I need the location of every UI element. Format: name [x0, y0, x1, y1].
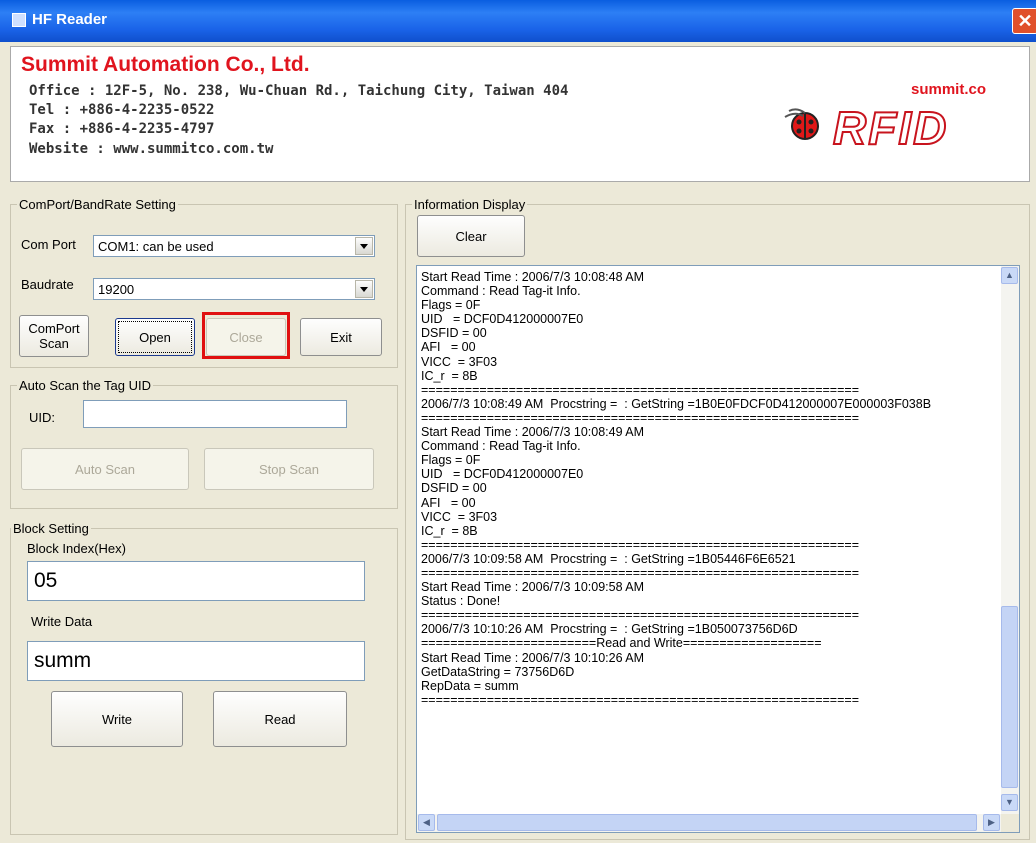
write-data-label: Write Data [31, 614, 93, 629]
baudrate-label: Baudrate [21, 277, 74, 292]
window-title: HF Reader [32, 11, 108, 28]
scroll-right-icon[interactable]: ▶ [983, 814, 1000, 831]
logo-domain: summit.co [911, 81, 987, 98]
stop-scan-button[interactable]: Stop Scan [204, 448, 374, 490]
block-setting-group: Block Setting Block Index(Hex) Write Dat… [10, 521, 398, 835]
window-close-button[interactable]: ✕ [1012, 8, 1036, 34]
comport-legend: ComPort/BandRate Setting [17, 197, 178, 212]
uid-label: UID: [29, 410, 55, 425]
telephone: Tel : +886-4-2235-0522 [29, 102, 215, 118]
horizontal-scrollbar[interactable]: ◀ ▶ [417, 814, 1003, 832]
com-port-value: COM1: can be used [98, 239, 214, 254]
log-textarea[interactable]: Start Read Time : 2006/7/3 10:08:48 AM C… [416, 265, 1020, 833]
write-data-input[interactable] [27, 641, 365, 681]
app-icon [12, 13, 26, 27]
write-button[interactable]: Write [51, 691, 183, 747]
vertical-scroll-thumb[interactable] [1001, 606, 1018, 788]
baudrate-select[interactable]: 19200 [93, 278, 375, 300]
vertical-scrollbar[interactable]: ▲ ▼ [1001, 266, 1019, 814]
clear-button[interactable]: Clear [417, 215, 525, 257]
chevron-down-icon[interactable] [355, 280, 373, 298]
ladybug-icon [784, 108, 819, 140]
title-bar: HF Reader ✕ [0, 0, 1036, 42]
fax: Fax : +886-4-2235-4797 [29, 121, 215, 137]
highlight-box [202, 312, 290, 359]
scroll-up-icon[interactable]: ▲ [1001, 267, 1018, 284]
scroll-corner [1001, 814, 1019, 832]
company-banner: Summit Automation Co., Ltd. Office : 12F… [10, 46, 1030, 182]
chevron-down-icon[interactable] [355, 237, 373, 255]
block-index-input[interactable] [27, 561, 365, 601]
uid-input[interactable] [83, 400, 347, 428]
information-display-legend: Information Display [412, 197, 528, 212]
log-text: Start Read Time : 2006/7/3 10:08:48 AM C… [421, 270, 932, 707]
scroll-left-icon[interactable]: ◀ [418, 814, 435, 831]
company-name: Summit Automation Co., Ltd. [21, 53, 310, 76]
website: Website : www.summitco.com.tw [29, 141, 274, 157]
horizontal-scroll-thumb[interactable] [437, 814, 977, 831]
rfid-logo: summit.co RFID [781, 67, 986, 167]
open-button[interactable]: Open [115, 318, 195, 356]
auto-scan-button[interactable]: Auto Scan [21, 448, 189, 490]
baudrate-value: 19200 [98, 282, 135, 297]
read-button[interactable]: Read [213, 691, 347, 747]
scroll-down-icon[interactable]: ▼ [1001, 794, 1018, 811]
block-setting-legend: Block Setting [11, 521, 91, 536]
com-port-label: Com Port [21, 237, 76, 252]
autoscan-group: Auto Scan the Tag UID UID: Auto Scan Sto… [10, 378, 398, 509]
autoscan-legend: Auto Scan the Tag UID [17, 378, 154, 393]
com-port-select[interactable]: COM1: can be used [93, 235, 375, 257]
exit-button[interactable]: Exit [300, 318, 382, 356]
block-index-label: Block Index(Hex) [27, 541, 126, 556]
comport-scan-button[interactable]: ComPort Scan [19, 315, 89, 357]
office-address: Office : 12F-5, No. 238, Wu-Chuan Rd., T… [29, 83, 569, 99]
logo-text: RFID [832, 101, 949, 155]
